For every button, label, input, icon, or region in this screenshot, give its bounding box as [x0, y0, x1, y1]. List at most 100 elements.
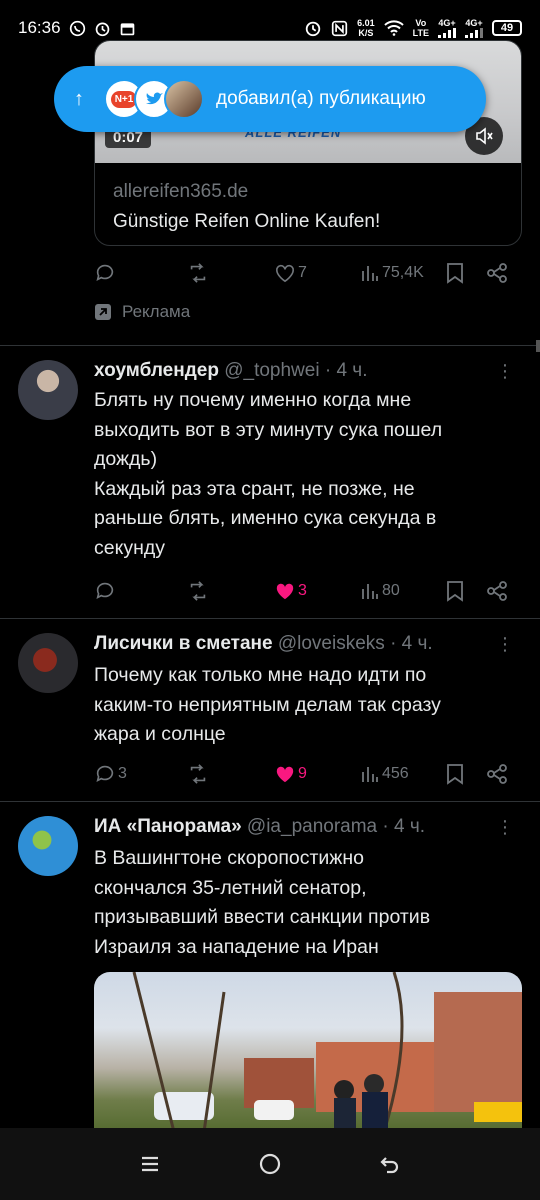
net-speed-value: 6.01	[357, 18, 375, 28]
heart-filled-icon	[276, 583, 294, 600]
share-button[interactable]	[486, 580, 508, 602]
tweet-image[interactable]	[94, 972, 522, 1132]
tweet-text: В Вашингтоне скоропостижно скончался 35-…	[94, 847, 431, 958]
reply-button[interactable]	[94, 580, 186, 602]
like-button[interactable]: 3	[274, 581, 360, 601]
share-icon	[487, 764, 507, 784]
promoted-text: Реклама	[122, 302, 191, 321]
recent-apps-button[interactable]	[130, 1144, 170, 1184]
alarm-status-icon	[304, 19, 322, 37]
tweet-text: Почему как только мне надо идти по каким…	[94, 664, 441, 745]
signal-1: 4G+	[438, 18, 456, 38]
bookmark-button[interactable]	[446, 580, 486, 602]
like-count: 9	[298, 765, 307, 782]
status-time: 16:36	[18, 18, 61, 37]
bookmark-icon	[447, 581, 463, 602]
views-icon	[362, 266, 378, 281]
signal-bars-2-icon	[465, 28, 483, 38]
pill-avatars: N+1	[104, 79, 204, 119]
avatar[interactable]	[18, 360, 78, 420]
more-options-icon[interactable]: ⋮	[496, 818, 514, 836]
reply-button[interactable]: 3	[94, 763, 186, 785]
volte-indicator: Vo LTE	[413, 18, 429, 38]
volte-bottom: LTE	[412, 28, 429, 38]
reply-count: 3	[118, 765, 127, 782]
views-icon	[362, 767, 378, 782]
promoted-arrow-icon	[95, 304, 111, 320]
ad-action-bar: 7 75,4K	[94, 258, 524, 288]
avatar[interactable]	[18, 633, 78, 693]
promoted-label[interactable]: Реклама	[94, 302, 190, 322]
signal-2: 4G+	[465, 18, 483, 38]
like-count: 3	[298, 582, 307, 599]
volte-top: Vo	[415, 18, 427, 28]
view-count: 75,4K	[382, 264, 424, 281]
repost-button[interactable]	[186, 763, 274, 785]
share-button[interactable]	[486, 262, 508, 284]
arrow-up-icon: ↑	[74, 87, 84, 110]
globe-avatar[interactable]	[18, 816, 78, 876]
tweet[interactable]: Лисички в сметане @loveiskeks · 4 ч. ⋮ П…	[0, 619, 540, 801]
signal-1-label: 4G+	[438, 18, 456, 28]
like-count: 7	[298, 264, 307, 281]
bookmark-button[interactable]	[446, 262, 486, 284]
net-speed-unit: K/S	[358, 28, 374, 38]
share-button[interactable]	[486, 763, 508, 785]
view-count: 456	[382, 765, 409, 782]
share-icon	[487, 263, 507, 283]
home-button[interactable]	[250, 1144, 290, 1184]
reply-icon	[96, 765, 114, 782]
tweet-header: хоумблендер @_tophwei · 4 ч.	[94, 360, 367, 382]
signal-2-label: 4G+	[465, 18, 483, 28]
new-posts-pill[interactable]: ↑ N+1 добавил(а) публикацию	[54, 66, 486, 132]
heart-filled-icon	[276, 766, 294, 783]
author-handle[interactable]: @_tophwei	[224, 360, 319, 381]
author-name[interactable]: хоумблендер	[94, 360, 219, 381]
tweet-time[interactable]: · 4 ч.	[325, 360, 368, 381]
like-button[interactable]: 9	[274, 764, 360, 784]
views-button[interactable]: 75,4K	[360, 263, 446, 283]
tweet-time[interactable]: · 4 ч.	[382, 816, 425, 837]
views-icon	[362, 584, 378, 599]
street-scene-image	[132, 972, 522, 1132]
calendar-icon	[119, 20, 136, 37]
views-button[interactable]: 80	[360, 581, 446, 601]
net-speed: 6.01 K/S	[357, 18, 375, 38]
repost-icon	[190, 581, 206, 601]
home-circle-icon	[259, 1153, 281, 1175]
reply-button[interactable]	[94, 262, 186, 284]
avatar	[164, 79, 204, 119]
whatsapp-icon	[69, 20, 86, 37]
reply-icon	[96, 582, 114, 599]
bookmark-button[interactable]	[446, 763, 486, 785]
menu-icon	[142, 1156, 158, 1172]
share-icon	[487, 581, 507, 601]
bookmark-icon	[447, 764, 463, 785]
tweet-header: ИА «Панорама» @ia_panorama · 4 ч.	[94, 816, 425, 838]
ad-title[interactable]: Günstige Reifen Online Kaufen!	[113, 211, 380, 233]
view-count: 80	[382, 582, 400, 599]
repost-icon	[190, 764, 206, 784]
bookmark-icon	[447, 263, 463, 284]
system-nav-bar	[0, 1128, 540, 1200]
views-button[interactable]: 456	[360, 764, 446, 784]
author-handle[interactable]: @loveiskeks	[278, 633, 385, 654]
heart-icon	[276, 264, 294, 283]
back-button[interactable]	[370, 1144, 410, 1184]
back-icon	[380, 1157, 399, 1174]
author-handle[interactable]: @ia_panorama	[247, 816, 377, 837]
author-name[interactable]: Лисички в сметане	[94, 633, 273, 654]
ad-domain[interactable]: allereifen365.de	[113, 181, 248, 203]
speaker-muted-icon	[476, 127, 493, 145]
pill-text: добавил(а) публикацию	[216, 88, 426, 109]
nfc-icon	[331, 20, 348, 37]
repost-button[interactable]	[186, 580, 274, 602]
tweet-time[interactable]: · 4 ч.	[390, 633, 433, 654]
repost-button[interactable]	[186, 262, 274, 284]
tweet-text: Блять ну почему именно когда мне выходит…	[94, 389, 443, 559]
more-options-icon[interactable]: ⋮	[496, 362, 514, 380]
like-button[interactable]: 7	[274, 263, 360, 283]
more-options-icon[interactable]: ⋮	[496, 635, 514, 653]
author-name[interactable]: ИА «Панорама»	[94, 816, 242, 837]
tweet[interactable]: хоумблендер @_tophwei · 4 ч. ⋮ Блять ну …	[0, 346, 540, 618]
